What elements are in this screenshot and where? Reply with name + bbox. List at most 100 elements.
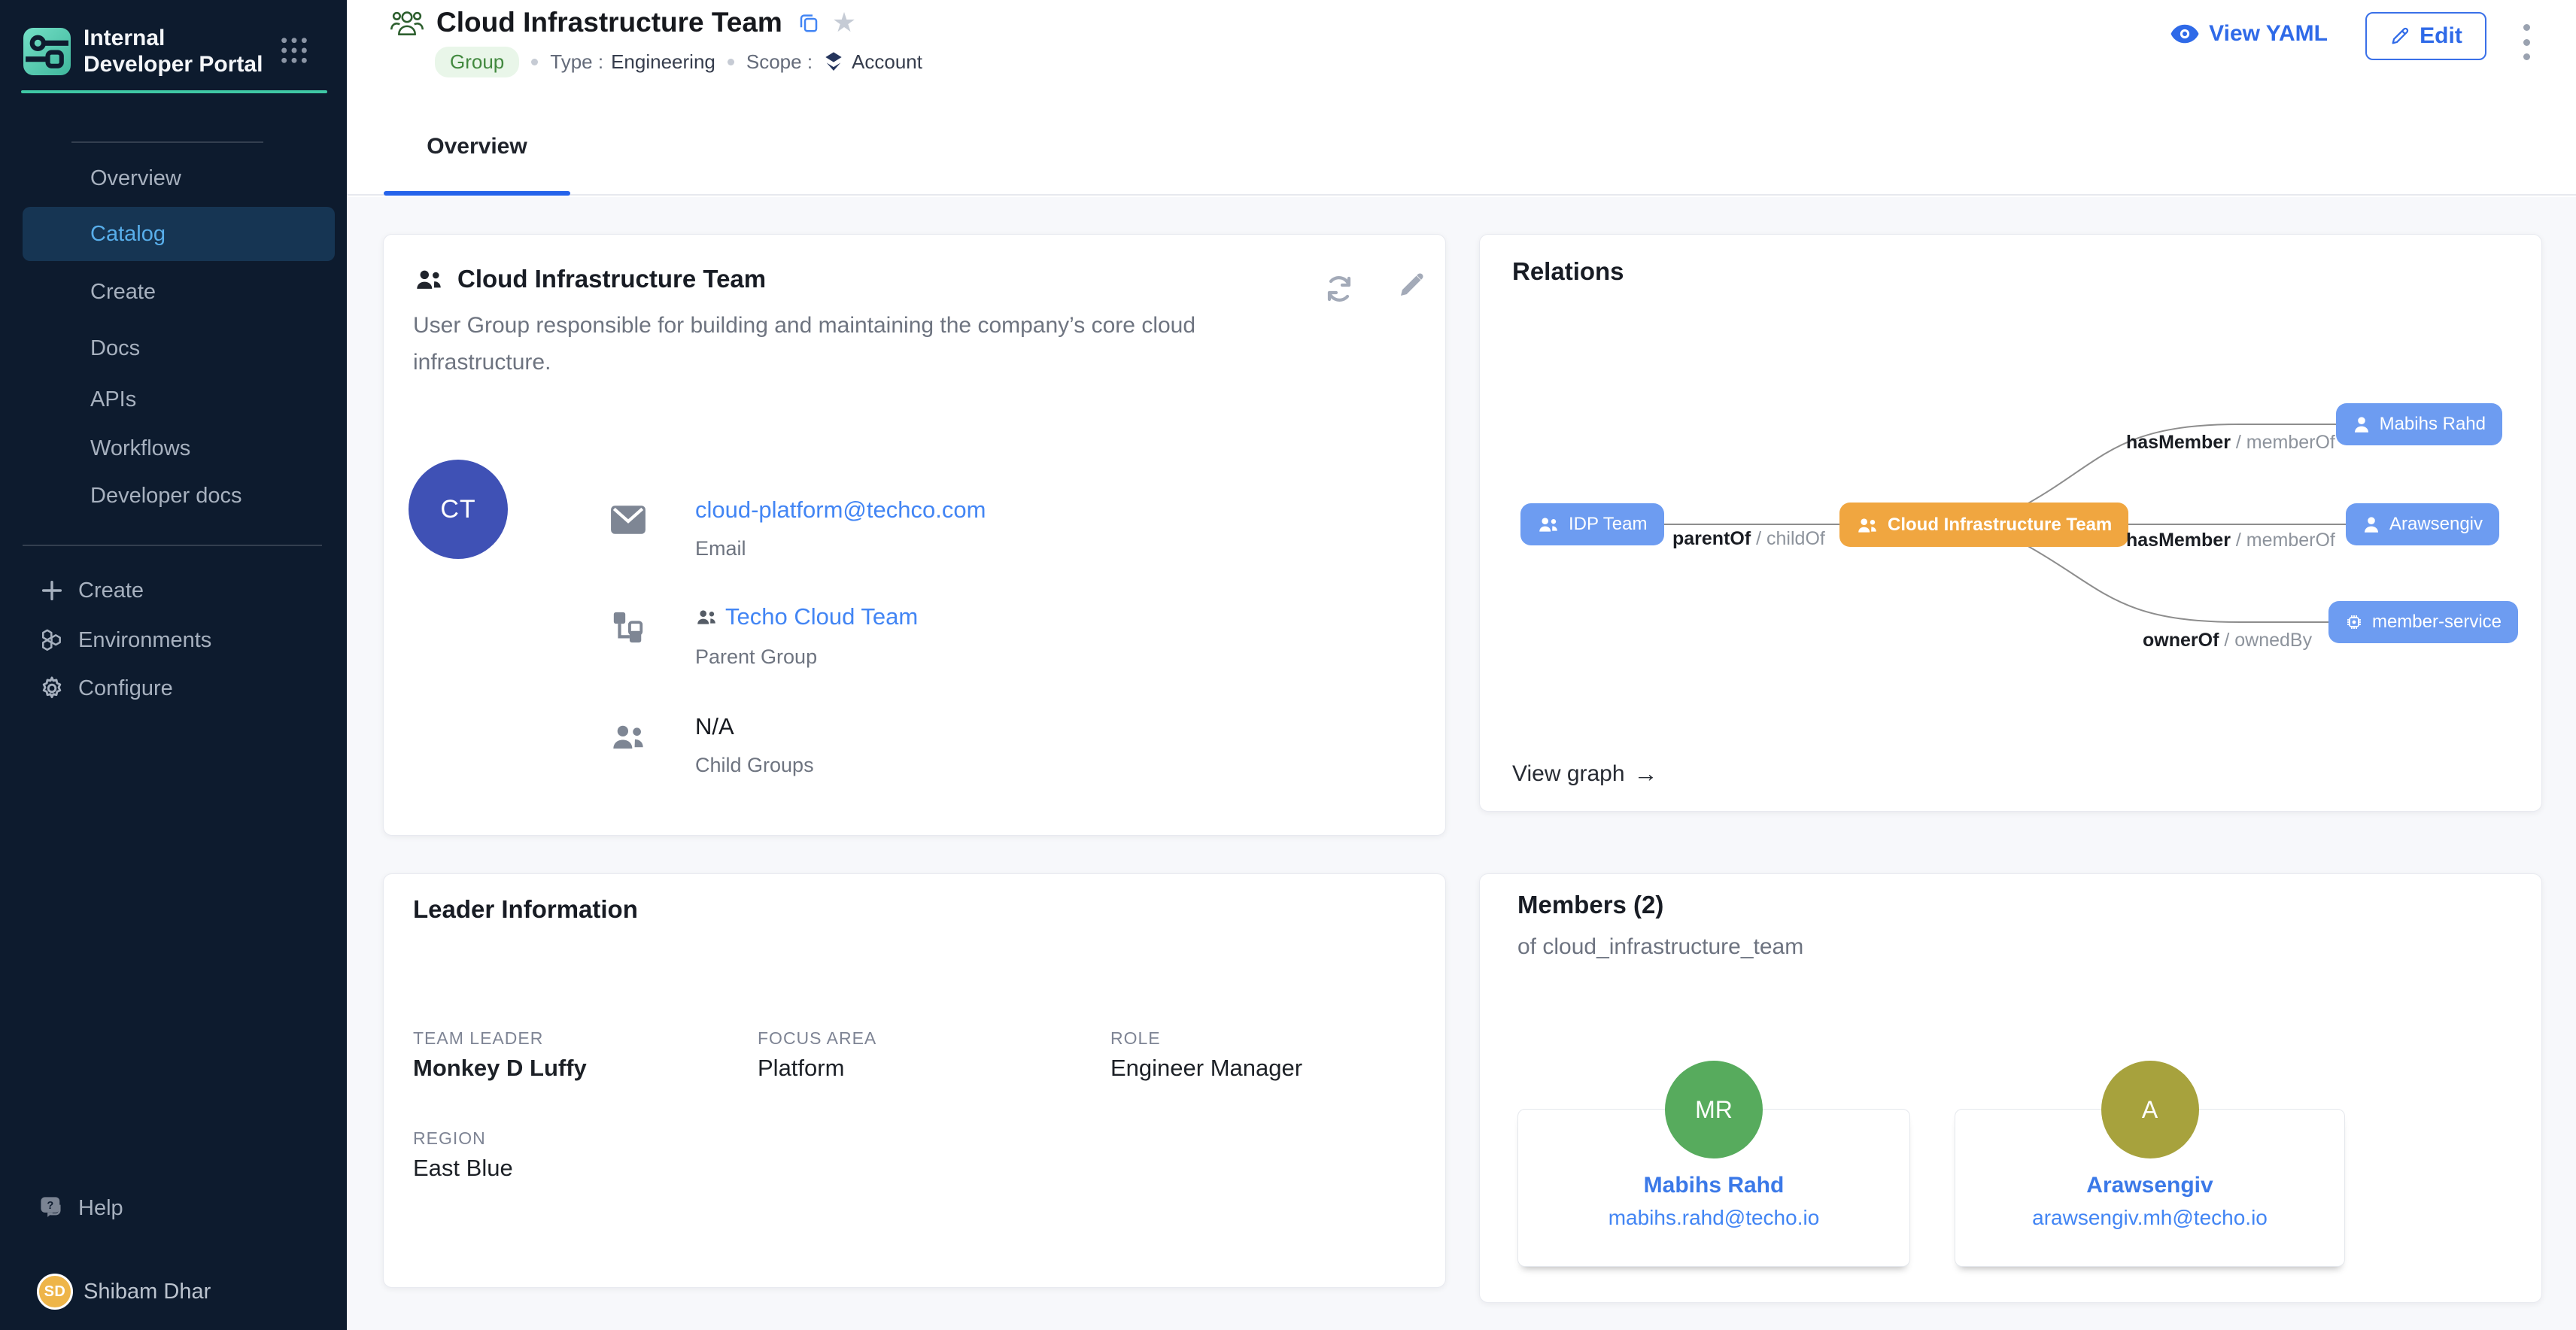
people-icon (609, 719, 647, 754)
copy-icon[interactable] (797, 11, 820, 34)
leader-card-title: Leader Information (413, 895, 638, 924)
more-options-icon[interactable] (2519, 21, 2534, 63)
sidebar-divider (23, 545, 322, 546)
sidebar-divider (71, 141, 263, 143)
page-title: Cloud Infrastructure Team (436, 7, 782, 38)
parent-group-link[interactable]: Techo Cloud Team (695, 603, 918, 630)
group-node-icon (1856, 517, 1879, 533)
team-email-link[interactable]: cloud-platform@techco.com (695, 496, 986, 524)
members-title: Members (2) (1517, 891, 1663, 919)
service-node-icon (2345, 613, 2363, 631)
people-icon (414, 267, 444, 291)
person-node-icon (2362, 515, 2380, 533)
team-email-label: Email (695, 537, 746, 560)
svg-text:?: ? (47, 1200, 53, 1212)
focus-area-label: FOCUS AREA (758, 1028, 876, 1049)
kind-badge: Group (435, 47, 519, 77)
member-email[interactable]: arawsengiv.mh@techo.io (1955, 1206, 2344, 1230)
role-label: ROLE (1110, 1028, 1161, 1049)
gear-icon (38, 674, 66, 703)
member-name[interactable]: Arawsengiv (1955, 1173, 2344, 1198)
sidebar-item-apis[interactable]: APIs (23, 372, 335, 427)
relation-node-cloud-infrastructure-team[interactable]: Cloud Infrastructure Team (1839, 503, 2128, 547)
child-groups-label: Child Groups (695, 754, 814, 777)
sidebar-item-create[interactable]: Create (23, 265, 335, 319)
edge-label-ownerof: ownerOf / ownedBy (2143, 630, 2312, 651)
eye-icon (2170, 23, 2200, 45)
scope-value: Account (852, 50, 922, 74)
people-mini-icon (695, 608, 718, 626)
team-info-card: Cloud Infrastructure Team User Group res… (383, 234, 1446, 836)
team-card-title: Cloud Infrastructure Team (457, 265, 766, 293)
member-avatar: A (2101, 1061, 2199, 1158)
relations-card: Relations IDP Team Cloud Infrastructure … (1479, 234, 2542, 812)
member-email[interactable]: mabihs.rahd@techo.io (1518, 1206, 1909, 1230)
edit-pencil-icon[interactable] (1396, 269, 1427, 301)
member-name[interactable]: Mabihs Rahd (1518, 1173, 1909, 1198)
members-subtitle: of cloud_infrastructure_team (1517, 934, 1803, 960)
app-grid-icon[interactable] (279, 35, 309, 65)
dot-separator (531, 59, 538, 65)
user-avatar: SD (37, 1274, 73, 1310)
tab-overview[interactable]: Overview (384, 113, 570, 196)
edge-label-hasmember-mid: hasMember / memberOf (2126, 530, 2335, 551)
dot-separator (728, 59, 734, 65)
hexagons-icon (38, 626, 66, 654)
layers-icon (822, 50, 846, 74)
scope-label: Scope : (746, 50, 813, 74)
tab-bar: Overview (347, 113, 2576, 196)
sidebar-item-workflows[interactable]: Workflows (23, 421, 335, 475)
group-entity-icon (390, 8, 424, 38)
member-card[interactable]: MR Mabihs Rahd mabihs.rahd@techo.io (1517, 1109, 1910, 1267)
relation-node-idp-team[interactable]: IDP Team (1520, 503, 1664, 545)
page-header: Cloud Infrastructure Team ★ Group Type :… (347, 0, 2576, 113)
group-node-icon (1537, 516, 1560, 533)
pencil-icon (2389, 26, 2410, 47)
sidebar-action-create[interactable]: Create (0, 566, 347, 615)
user-menu[interactable]: SD Shibam Dhar (0, 1268, 347, 1315)
star-icon[interactable]: ★ (832, 9, 856, 36)
mail-icon (609, 503, 647, 537)
sidebar: Internal Developer Portal Overview Catal… (0, 0, 347, 1330)
parent-group-label: Parent Group (695, 645, 817, 669)
view-graph-link[interactable]: View graph → (1512, 760, 1658, 788)
edit-button[interactable]: Edit (2365, 12, 2486, 60)
relation-node-mabihs-rahd[interactable]: Mabihs Rahd (2336, 403, 2502, 445)
team-avatar: CT (409, 460, 508, 559)
role-value: Engineer Manager (1110, 1055, 1302, 1082)
user-name: Shibam Dhar (84, 1280, 211, 1304)
view-yaml-button[interactable]: View YAML (2170, 21, 2328, 47)
focus-area-value: Platform (758, 1055, 844, 1082)
sidebar-item-docs[interactable]: Docs (23, 321, 335, 375)
title-row: Cloud Infrastructure Team ★ (390, 2, 856, 44)
sidebar-action-environments[interactable]: Environments (0, 616, 347, 664)
app-root: Internal Developer Portal Overview Catal… (0, 0, 2576, 1330)
sidebar-help[interactable]: ? Help (0, 1184, 347, 1232)
arrow-right-icon: → (1634, 760, 1658, 788)
brand: Internal Developer Portal (23, 25, 268, 77)
hierarchy-icon (609, 609, 647, 644)
member-card[interactable]: A Arawsengiv arawsengiv.mh@techo.io (1955, 1109, 2345, 1267)
brand-title: Internal Developer Portal (84, 25, 268, 77)
region-value: East Blue (413, 1155, 513, 1182)
sidebar-item-catalog[interactable]: Catalog (23, 207, 335, 261)
relation-node-member-service[interactable]: member-service (2328, 601, 2518, 643)
plus-icon (38, 576, 66, 605)
sidebar-item-developer-docs[interactable]: Developer docs (23, 469, 335, 523)
region-label: REGION (413, 1128, 486, 1149)
member-avatar: MR (1665, 1061, 1763, 1158)
type-value: Engineering (611, 50, 715, 74)
relation-node-arawsengiv[interactable]: Arawsengiv (2346, 503, 2499, 545)
portal-logo-icon (23, 27, 71, 76)
entity-meta: Group Type : Engineering Scope : Account (435, 47, 922, 77)
members-card: Members (2) of cloud_infrastructure_team… (1479, 873, 2542, 1303)
team-card-header: Cloud Infrastructure Team (414, 265, 766, 293)
sidebar-action-configure[interactable]: Configure (0, 664, 347, 712)
leader-info-card: Leader Information TEAM LEADER Monkey D … (383, 873, 1446, 1288)
sidebar-item-overview[interactable]: Overview (23, 151, 335, 205)
child-groups-value: N/A (695, 713, 734, 740)
active-tab-underline (384, 191, 570, 196)
team-leader-label: TEAM LEADER (413, 1028, 543, 1049)
team-description: User Group responsible for building and … (413, 307, 1286, 381)
refresh-icon[interactable] (1321, 271, 1357, 307)
